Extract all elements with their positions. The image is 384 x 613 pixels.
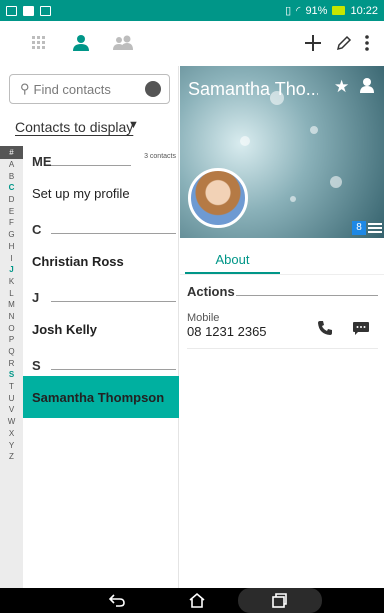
toolbar xyxy=(0,21,384,66)
alphabet-letter[interactable]: T xyxy=(0,381,23,393)
contact-name: Samantha Tho... xyxy=(188,79,318,99)
home-icon[interactable] xyxy=(188,592,206,608)
alphabet-index[interactable]: # A B C D E F G H I J K L M N O P Q R S T U V W X Y Z xyxy=(0,146,23,588)
navigation-bar xyxy=(0,588,384,613)
alphabet-letter[interactable]: # xyxy=(0,146,23,159)
phone-type-label: Mobile xyxy=(187,312,220,324)
clipboard-notification-icon xyxy=(40,5,51,16)
contact-list-panel: ⚲ Find contacts Contacts to display ▼ # A… xyxy=(0,66,179,588)
alphabet-letter[interactable]: B xyxy=(0,171,23,183)
dialpad-grid-icon[interactable] xyxy=(26,31,52,55)
recents-icon[interactable] xyxy=(270,592,288,608)
favorite-star-icon[interactable]: ★ xyxy=(334,77,349,97)
alphabet-letter[interactable]: V xyxy=(0,404,23,416)
list-icon xyxy=(368,223,382,233)
alphabet-letter[interactable]: I xyxy=(0,253,23,265)
alphabet-letter[interactable]: H xyxy=(0,241,23,253)
overflow-icon[interactable] xyxy=(360,31,374,55)
contacts-to-display-dropdown[interactable]: Contacts to display xyxy=(15,119,133,135)
alphabet-letter[interactable]: E xyxy=(0,206,23,218)
contact-link-icon[interactable] xyxy=(360,77,374,93)
back-icon[interactable] xyxy=(108,592,126,608)
battery-percent: 91% xyxy=(305,4,328,17)
alphabet-letter[interactable]: M xyxy=(0,299,23,311)
vibrate-icon: ▯ xyxy=(285,5,292,17)
alphabet-letter[interactable]: S xyxy=(0,369,23,381)
alphabet-letter[interactable]: N xyxy=(0,311,23,323)
wifi-icon: ◜ xyxy=(296,5,301,17)
search-input[interactable]: ⚲ Find contacts xyxy=(9,74,170,104)
battery-icon xyxy=(332,6,346,15)
section-header-me: ME 3 contacts xyxy=(32,153,176,169)
alphabet-letter[interactable]: Y xyxy=(0,440,23,452)
list-item-contact-selected[interactable]: Samantha Thompson xyxy=(23,376,179,418)
alphabet-letter[interactable]: F xyxy=(0,217,23,229)
person-icon[interactable] xyxy=(68,31,94,55)
alphabet-letter[interactable]: O xyxy=(0,323,23,335)
contact-cover-photo: Samantha Tho... ★ 8 xyxy=(180,66,384,238)
microphone-icon[interactable] xyxy=(145,81,161,97)
search-placeholder: Find contacts xyxy=(33,81,111,97)
android-notification-icon xyxy=(23,5,34,16)
alphabet-letter[interactable]: K xyxy=(0,276,23,288)
search-icon: ⚲ xyxy=(20,81,30,96)
list-item-setup-profile[interactable]: Set up my profile xyxy=(23,172,179,214)
message-icon[interactable] xyxy=(352,319,370,337)
status-bar: ▯ ◜ 91% 10:22 xyxy=(0,0,384,21)
alphabet-letter[interactable]: G xyxy=(0,229,23,241)
list-item-contact[interactable]: Christian Ross xyxy=(23,240,179,282)
alphabet-letter[interactable]: P xyxy=(0,334,23,346)
alphabet-letter[interactable]: U xyxy=(0,393,23,405)
tab-about[interactable]: About xyxy=(185,246,280,274)
alphabet-letter[interactable]: D xyxy=(0,194,23,206)
alphabet-letter[interactable]: A xyxy=(0,159,23,171)
phone-icon[interactable] xyxy=(316,319,334,337)
phone-number[interactable]: 08 1231 2365 xyxy=(187,324,267,339)
alphabet-letter[interactable]: Q xyxy=(0,346,23,358)
edit-icon[interactable] xyxy=(331,31,357,55)
actions-header: Actions xyxy=(187,284,235,299)
alphabet-letter[interactable]: L xyxy=(0,288,23,300)
contact-avatar xyxy=(188,168,248,228)
alphabet-letter[interactable]: J xyxy=(0,264,23,276)
alphabet-letter[interactable]: Z xyxy=(0,451,23,463)
section-header-j: J xyxy=(23,282,179,308)
clock: 10:22 xyxy=(350,4,378,17)
gallery-notification-icon xyxy=(6,5,17,16)
contact-count: 3 contacts xyxy=(144,153,176,160)
alphabet-letter[interactable]: R xyxy=(0,358,23,370)
add-icon[interactable] xyxy=(300,31,326,55)
contact-list: ME 3 contacts Set up my profile C Christ… xyxy=(23,146,179,418)
alphabet-letter[interactable]: W xyxy=(0,416,23,428)
section-header-c: C xyxy=(23,214,179,240)
contact-detail-panel: Samantha Tho... ★ 8 About Actions Mobile… xyxy=(180,66,384,588)
alphabet-letter[interactable]: C xyxy=(0,182,23,194)
chevron-down-icon: ▼ xyxy=(128,119,139,131)
google-account-icon: 8 xyxy=(352,221,366,235)
list-item-contact[interactable]: Josh Kelly xyxy=(23,308,179,350)
group-icon[interactable] xyxy=(110,31,136,55)
alphabet-letter[interactable]: X xyxy=(0,428,23,440)
section-header-s: S xyxy=(23,350,179,376)
